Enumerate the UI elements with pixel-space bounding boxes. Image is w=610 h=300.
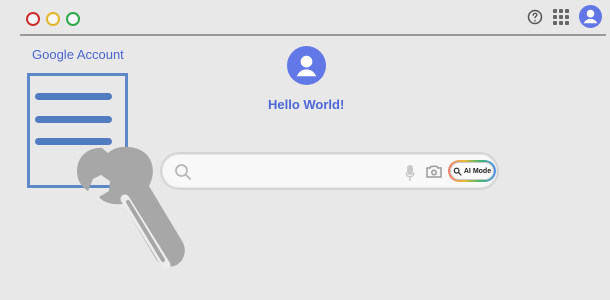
microphone-icon[interactable] — [404, 164, 416, 182]
header-actions — [527, 5, 602, 28]
camera-search-icon[interactable] — [425, 165, 443, 179]
search-bar[interactable]: AI Mode — [160, 152, 499, 190]
ai-mode-button[interactable]: AI Mode — [449, 161, 495, 181]
ai-search-icon — [453, 167, 462, 176]
search-icon — [175, 164, 191, 180]
search-input[interactable] — [200, 161, 404, 185]
header-divider — [20, 34, 606, 36]
apps-icon[interactable] — [553, 8, 569, 25]
sidebar-menu-card — [27, 73, 128, 188]
profile-avatar-icon[interactable] — [579, 5, 602, 28]
ai-mode-label: AI Mode — [463, 167, 492, 175]
sidebar-line — [35, 116, 112, 123]
minimize-window-button[interactable] — [46, 12, 60, 26]
person-icon — [296, 55, 317, 77]
window-controls — [26, 12, 80, 26]
center-profile-avatar[interactable] — [287, 46, 326, 85]
sidebar-line — [35, 93, 112, 100]
sidebar-line — [35, 138, 112, 145]
maximize-window-button[interactable] — [66, 12, 80, 26]
help-icon[interactable] — [527, 9, 543, 25]
google-account-link[interactable]: Google Account — [32, 47, 124, 62]
greeting-text: Hello World! — [268, 97, 345, 112]
profile-person-icon — [583, 9, 598, 24]
close-window-button[interactable] — [26, 12, 40, 26]
